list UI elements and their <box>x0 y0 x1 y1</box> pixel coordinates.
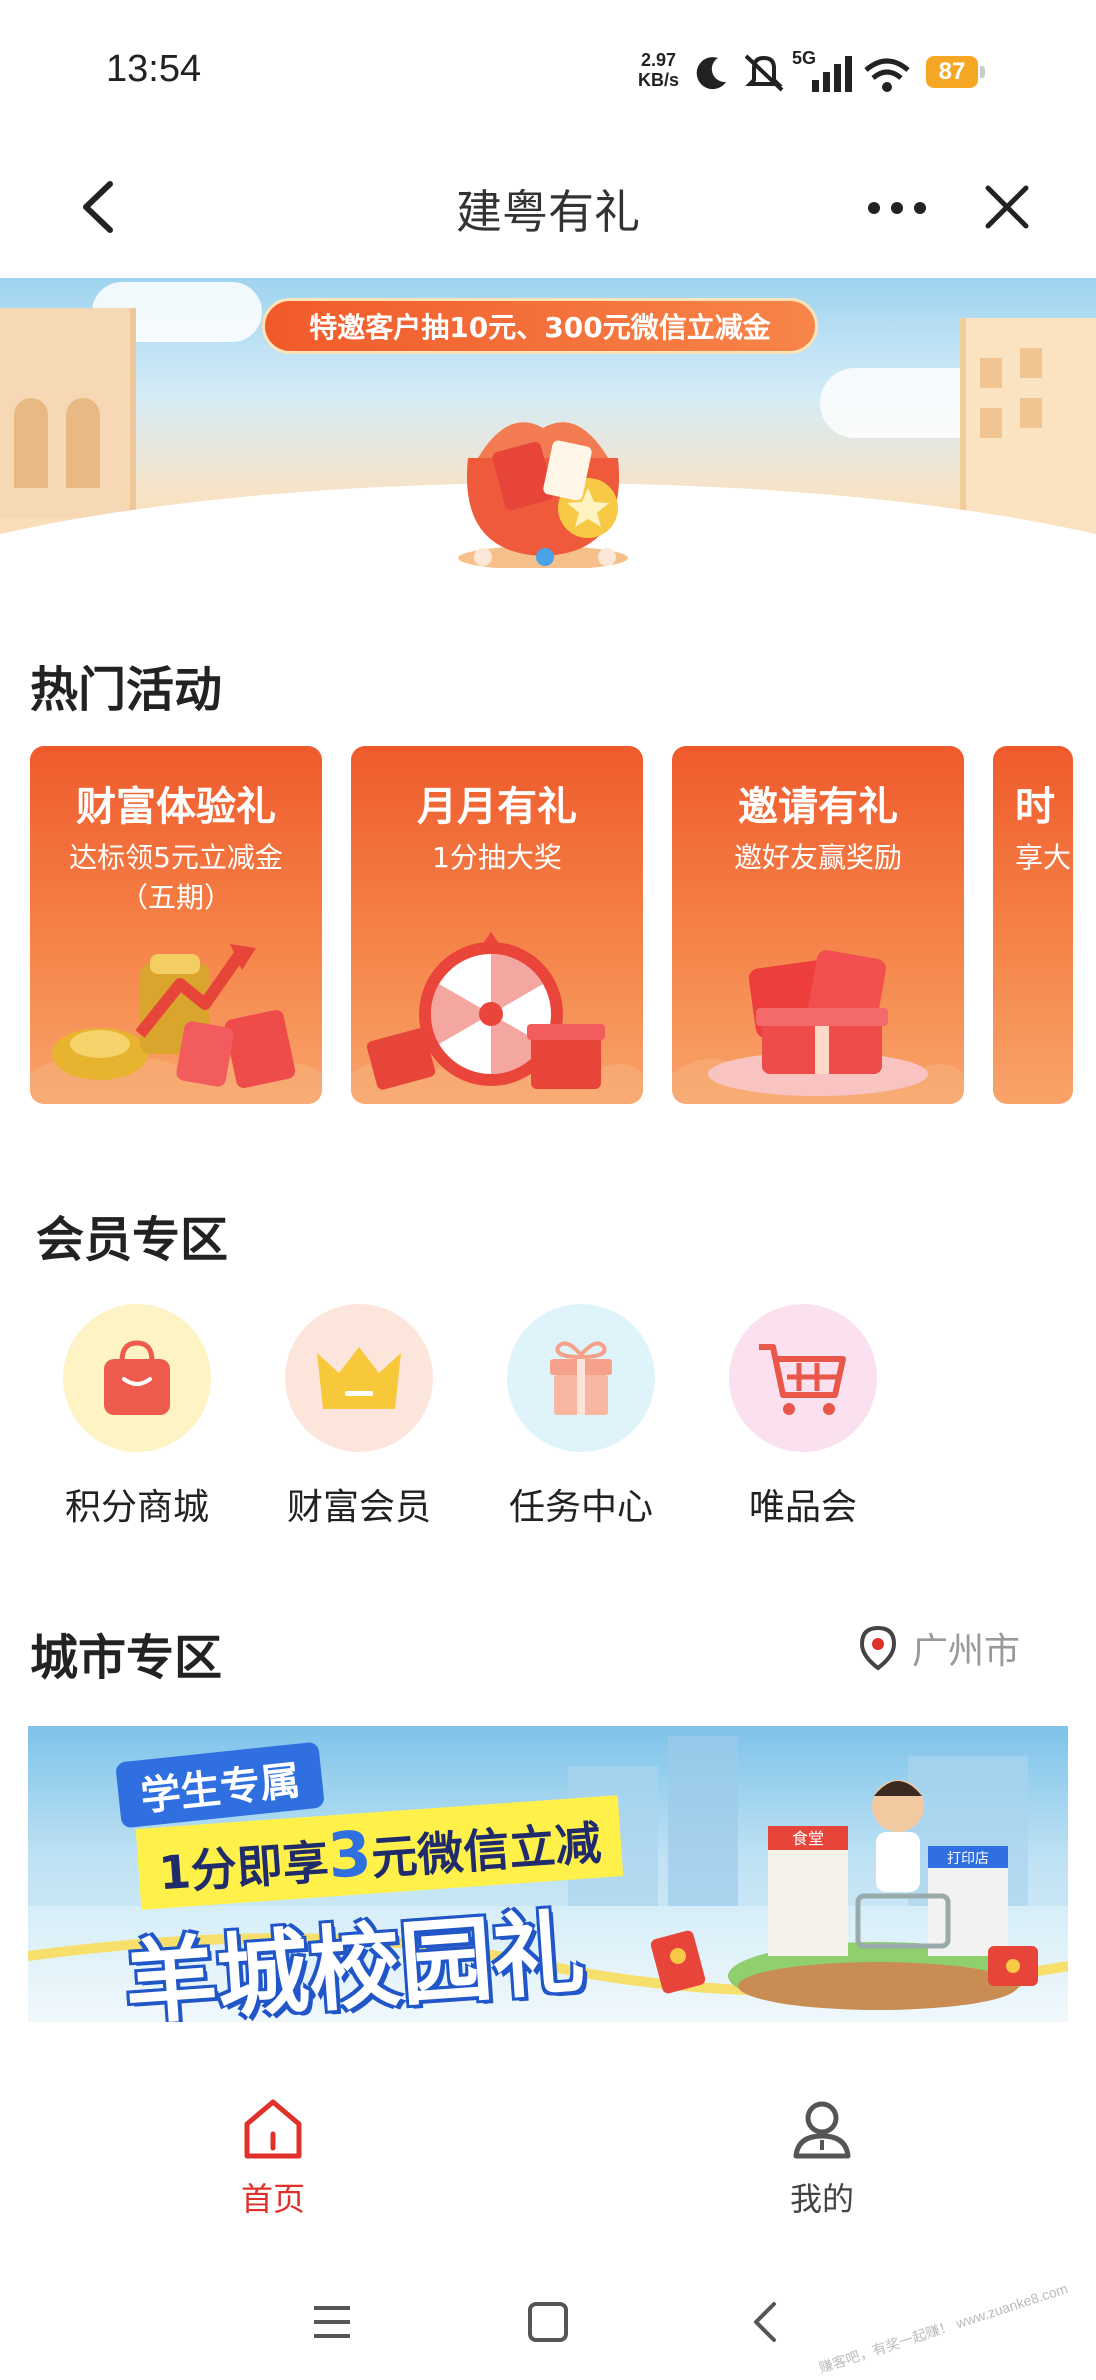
pagination-dot[interactable] <box>598 548 616 566</box>
location-pin-icon <box>859 1625 897 1671</box>
shopping-bag-icon <box>104 1340 170 1415</box>
banner-pill-text: 特邀客户抽10元、300元微信立减金 <box>262 298 818 354</box>
card-title: 财富体验礼 <box>76 784 276 830</box>
card-subtitle: 达标领5元立减金 （五期） <box>69 841 283 914</box>
banner-pagination <box>474 548 616 566</box>
city-location-selector[interactable]: 广州市 <box>856 1622 1020 1674</box>
lucky-bag-icon <box>458 422 628 568</box>
card-subtitle: 1分抽大奖 <box>432 841 562 874</box>
tab-mine[interactable]: 我的 <box>722 2096 922 2220</box>
member-icon-circle <box>729 1304 877 1452</box>
gift-box-icon <box>550 1341 612 1415</box>
campus-island-illustration: 食堂 打印店 <box>728 1780 1038 2010</box>
card-subtitle: 邀好友赢奖励 <box>733 841 902 874</box>
headline-suffix: 元微信立减 <box>369 1815 603 1886</box>
member-item-vipshop[interactable]: 唯品会 <box>728 1304 878 1530</box>
city-promo-banner[interactable]: 学生专属 1分即享3元微信立减 羊城校园礼 食堂 打印店 <box>28 1726 1068 2022</box>
member-icon-circle <box>285 1304 433 1452</box>
user-icon <box>793 2101 851 2159</box>
section-title-member-zone: 会员专区 <box>36 1212 229 1268</box>
watermark: 赚客吧，有奖一起赚！ www.zuanke8.com <box>817 2280 1071 2376</box>
home-square-icon[interactable] <box>526 2300 570 2344</box>
status-time: 13:54 <box>106 48 202 90</box>
section-title-city-zone: 城市专区 <box>30 1630 223 1686</box>
member-label: 唯品会 <box>748 1487 857 1528</box>
menu-icon[interactable] <box>310 2300 354 2344</box>
card-title: 时 <box>1015 784 1055 830</box>
section-title-hot-activities: 热门活动 <box>30 662 223 718</box>
member-label: 任务中心 <box>508 1487 653 1528</box>
headline-number: 3 <box>325 1816 374 1893</box>
close-button[interactable] <box>982 182 1032 232</box>
shop-sign-canteen: 食堂 <box>792 1829 824 1848</box>
activity-card-partial[interactable]: 时 享大 <box>993 746 1073 1104</box>
activity-card-monthly[interactable]: 月月有礼 1分抽大奖 <box>351 746 643 1104</box>
promo-banner[interactable]: 特邀客户抽10元、300元微信立减金 <box>0 278 1096 568</box>
back-icon[interactable] <box>744 2300 788 2344</box>
signal-icon <box>812 56 852 92</box>
activity-card-invite[interactable]: 邀请有礼 邀好友赢奖励 <box>672 746 964 1104</box>
crown-icon <box>317 1347 401 1409</box>
city-name: 广州市 <box>912 1631 1021 1672</box>
tab-label: 我的 <box>789 2180 854 2218</box>
member-label: 积分商城 <box>64 1487 209 1528</box>
shopping-cart-icon <box>759 1344 846 1415</box>
pagination-dot[interactable] <box>474 548 492 566</box>
tab-home[interactable]: 首页 <box>173 2096 373 2220</box>
red-envelope-gift-icon <box>672 950 964 1104</box>
moon-icon <box>696 57 726 90</box>
net-speed: 2.97 KB/s <box>638 50 679 90</box>
member-item-wealth-member[interactable]: 财富会员 <box>284 1304 434 1530</box>
shop-sign-print: 打印店 <box>947 1850 989 1867</box>
headline-prefix: 1分即享 <box>157 1834 331 1901</box>
gold-ingot-icon <box>30 944 322 1104</box>
member-icon-circle <box>63 1304 211 1452</box>
member-label: 财富会员 <box>286 1487 431 1528</box>
net-speed-value: 2.97 <box>640 50 677 70</box>
card-title: 月月有礼 <box>417 784 577 830</box>
home-icon <box>244 2099 302 2159</box>
banner-tag: 学生专属 <box>115 1741 325 1829</box>
tab-label: 首页 <box>240 2180 305 2218</box>
mute-icon <box>744 54 784 92</box>
member-item-task-center[interactable]: 任务中心 <box>506 1304 656 1530</box>
member-item-points-mall[interactable]: 积分商城 <box>62 1304 212 1530</box>
net-speed-unit: KB/s <box>638 70 680 90</box>
battery-icon: 87 <box>926 56 985 88</box>
member-icon-circle <box>507 1304 655 1452</box>
pagination-dot-active[interactable] <box>536 548 554 566</box>
wifi-icon <box>864 58 910 92</box>
prize-wheel-icon <box>351 932 643 1104</box>
card-subtitle: 享大 <box>1015 841 1072 874</box>
page-title: 建粤有礼 <box>456 185 640 239</box>
more-button[interactable] <box>866 196 928 220</box>
card-title: 邀请有礼 <box>738 784 898 830</box>
red-envelope-icon <box>650 1930 706 1994</box>
activity-card-wealth[interactable]: 财富体验礼 达标领5元立减金 （五期） <box>30 746 322 1104</box>
